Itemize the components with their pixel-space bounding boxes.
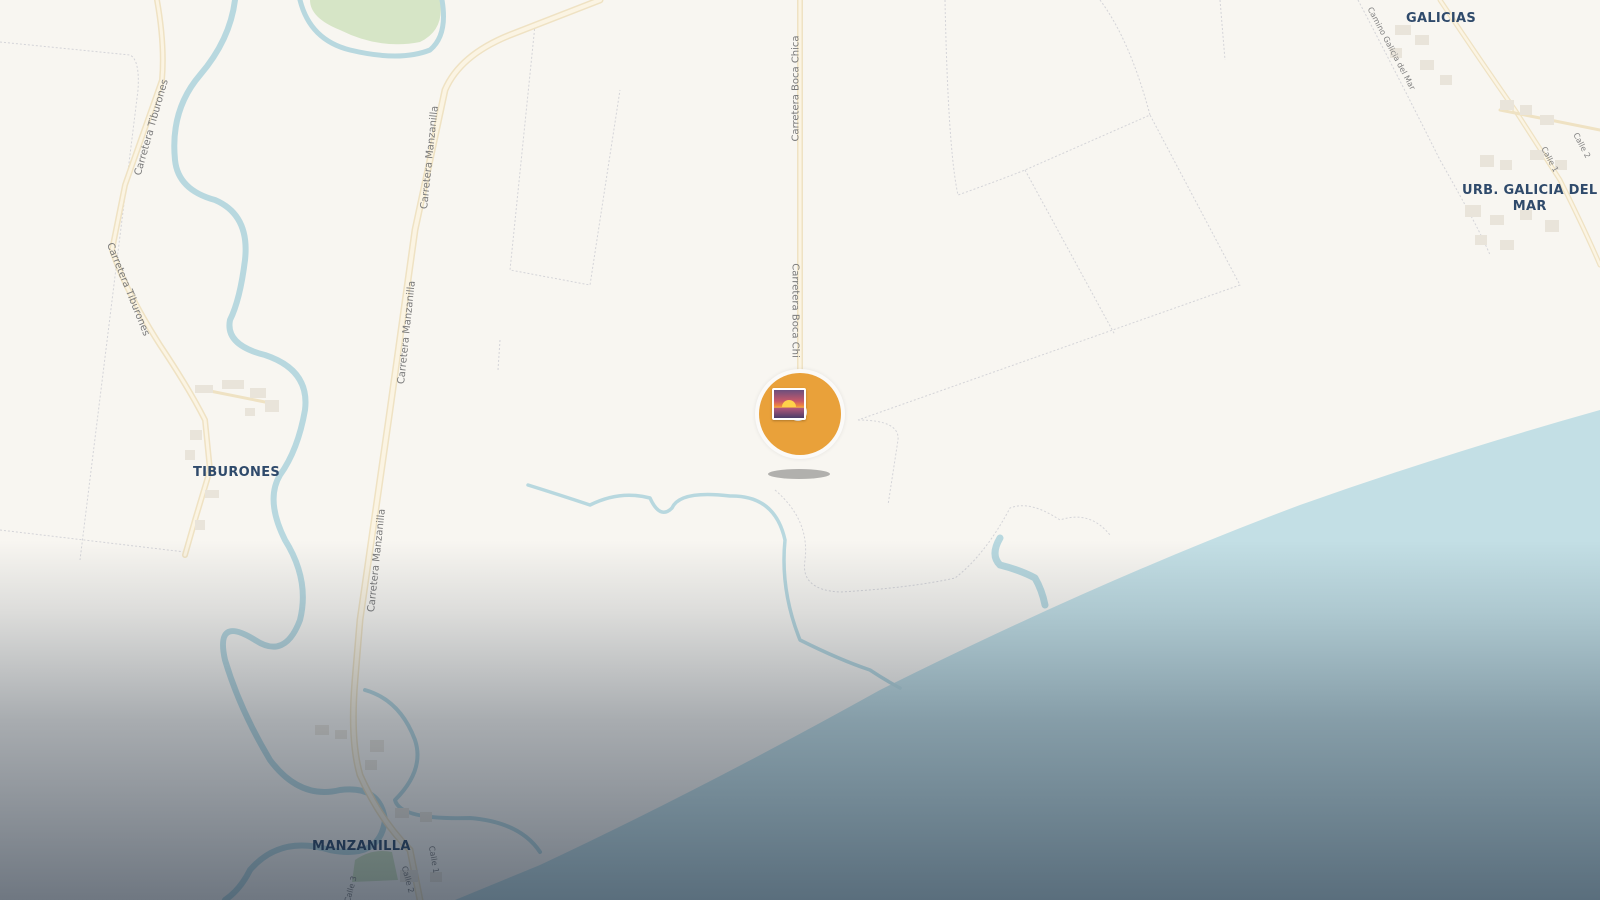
photo-location-marker[interactable] <box>747 369 853 479</box>
sea <box>455 410 1600 900</box>
place-label-urb-galicia-del-mar: URB. GALICIA DEL MAR <box>1462 183 1598 214</box>
sunset-photo-icon <box>772 388 806 420</box>
park-area <box>352 851 398 882</box>
marker-shadow <box>768 469 830 479</box>
place-label-manzanilla: MANZANILLA <box>312 839 411 854</box>
photo-sun <box>782 400 796 407</box>
road-label-carretera-boca-chica: Carretera Boca Chi <box>789 263 801 358</box>
map-canvas[interactable]: GALICIAS URB. GALICIA DEL MAR TIBURONES … <box>0 0 1600 900</box>
place-label-galicias: GALICIAS <box>1406 11 1477 26</box>
road-label-carretera-boca-chica: Carretera Boca Chica <box>790 35 802 142</box>
place-label-tiburones: TIBURONES <box>193 465 281 480</box>
park-area <box>310 0 441 45</box>
boundary-lines <box>0 0 1491 593</box>
